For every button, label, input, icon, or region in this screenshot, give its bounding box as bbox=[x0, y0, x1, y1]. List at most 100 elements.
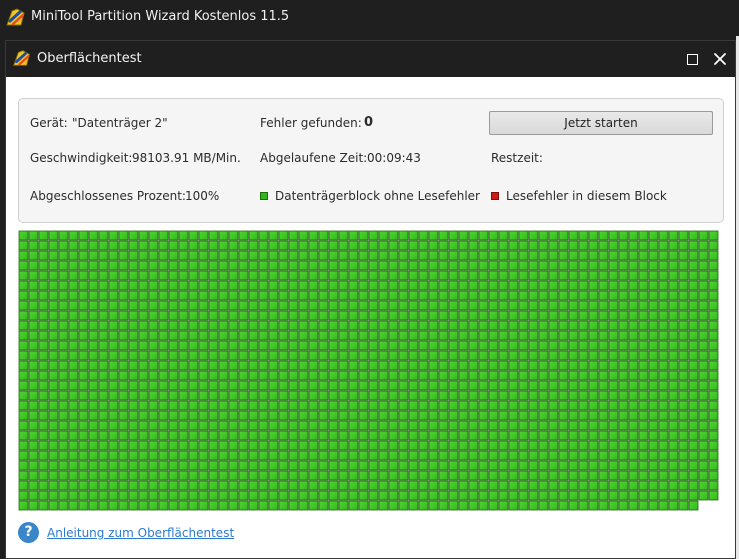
close-icon[interactable] bbox=[709, 48, 731, 70]
disk-block bbox=[318, 360, 329, 371]
disk-block bbox=[158, 460, 169, 471]
disk-block bbox=[18, 440, 29, 451]
disk-block bbox=[388, 300, 399, 311]
disk-block bbox=[108, 390, 119, 401]
disk-block bbox=[348, 490, 359, 501]
disk-block bbox=[208, 250, 219, 261]
disk-block bbox=[508, 400, 519, 411]
disk-block bbox=[188, 330, 199, 341]
disk-block bbox=[128, 420, 139, 431]
disk-block bbox=[428, 240, 439, 251]
disk-block bbox=[678, 280, 689, 291]
error-block-legend-label: Lesefehler in diesem Block bbox=[506, 189, 667, 203]
disk-block bbox=[518, 440, 529, 451]
disk-block bbox=[178, 280, 189, 291]
test-info-panel: Gerät: "Datenträger 2" Fehler gefunden: … bbox=[18, 98, 724, 223]
disk-block bbox=[278, 230, 289, 241]
disk-block bbox=[628, 300, 639, 311]
disk-block bbox=[558, 410, 569, 421]
disk-block bbox=[588, 230, 599, 241]
disk-block bbox=[638, 300, 649, 311]
disk-block bbox=[348, 420, 359, 431]
disk-block bbox=[108, 350, 119, 361]
disk-block bbox=[468, 450, 479, 461]
disk-block bbox=[318, 350, 329, 361]
disk-block bbox=[628, 270, 639, 281]
disk-block bbox=[348, 250, 359, 261]
maximize-button[interactable] bbox=[682, 50, 702, 68]
disk-block bbox=[308, 460, 319, 471]
disk-block bbox=[348, 330, 359, 341]
disk-block bbox=[698, 380, 709, 391]
disk-block bbox=[628, 260, 639, 271]
disk-block bbox=[68, 370, 79, 381]
disk-block bbox=[298, 490, 309, 501]
disk-block bbox=[118, 340, 129, 351]
disk-block bbox=[328, 460, 339, 471]
disk-block bbox=[308, 420, 319, 431]
start-now-button[interactable]: Jetzt starten bbox=[489, 111, 713, 135]
disk-block bbox=[48, 270, 59, 281]
disk-block bbox=[48, 480, 59, 491]
dialog-titlebar[interactable]: Oberflächentest bbox=[6, 41, 735, 77]
disk-block bbox=[588, 340, 599, 351]
disk-block bbox=[178, 490, 189, 501]
disk-block bbox=[648, 320, 659, 331]
disk-block bbox=[398, 450, 409, 461]
disk-block bbox=[238, 280, 249, 291]
disk-block bbox=[448, 310, 459, 321]
disk-block bbox=[378, 370, 389, 381]
disk-block bbox=[358, 480, 369, 491]
disk-block bbox=[68, 460, 79, 471]
disk-block bbox=[328, 420, 339, 431]
disk-block bbox=[518, 420, 529, 431]
disk-block bbox=[658, 490, 669, 501]
disk-block bbox=[418, 290, 429, 301]
disk-block bbox=[408, 470, 419, 481]
disk-block bbox=[628, 310, 639, 321]
disk-block bbox=[368, 310, 379, 321]
disk-block bbox=[388, 330, 399, 341]
disk-block bbox=[538, 500, 549, 511]
disk-block bbox=[428, 430, 439, 441]
disk-block bbox=[438, 470, 449, 481]
disk-block bbox=[538, 370, 549, 381]
disk-block bbox=[488, 270, 499, 281]
disk-block bbox=[658, 260, 669, 271]
disk-block bbox=[318, 270, 329, 281]
disk-block bbox=[518, 390, 529, 401]
disk-block bbox=[478, 450, 489, 461]
disk-block bbox=[238, 390, 249, 401]
disk-block bbox=[368, 410, 379, 421]
question-icon[interactable]: ? bbox=[18, 522, 39, 543]
disk-block bbox=[548, 470, 559, 481]
disk-block bbox=[388, 360, 399, 371]
disk-block bbox=[268, 480, 279, 491]
disk-block bbox=[268, 330, 279, 341]
help-link[interactable]: Anleitung zum Oberflächentest bbox=[47, 526, 234, 540]
disk-block bbox=[368, 420, 379, 431]
disk-block bbox=[478, 230, 489, 241]
disk-block bbox=[448, 340, 459, 351]
disk-block bbox=[458, 380, 469, 391]
disk-block bbox=[378, 380, 389, 391]
disk-block bbox=[668, 370, 679, 381]
disk-block bbox=[18, 340, 29, 351]
disk-block bbox=[418, 370, 429, 381]
disk-block bbox=[648, 440, 659, 451]
disk-block bbox=[608, 230, 619, 241]
disk-block bbox=[298, 310, 309, 321]
disk-block bbox=[78, 470, 89, 481]
disk-block bbox=[208, 380, 219, 391]
disk-block bbox=[38, 340, 49, 351]
disk-block bbox=[358, 380, 369, 391]
disk-block bbox=[168, 400, 179, 411]
disk-block bbox=[688, 390, 699, 401]
disk-block bbox=[608, 370, 619, 381]
disk-block bbox=[438, 420, 449, 431]
disk-block bbox=[128, 430, 139, 441]
disk-block bbox=[628, 320, 639, 331]
disk-block bbox=[248, 290, 259, 301]
disk-block bbox=[168, 230, 179, 241]
disk-block bbox=[428, 330, 439, 341]
